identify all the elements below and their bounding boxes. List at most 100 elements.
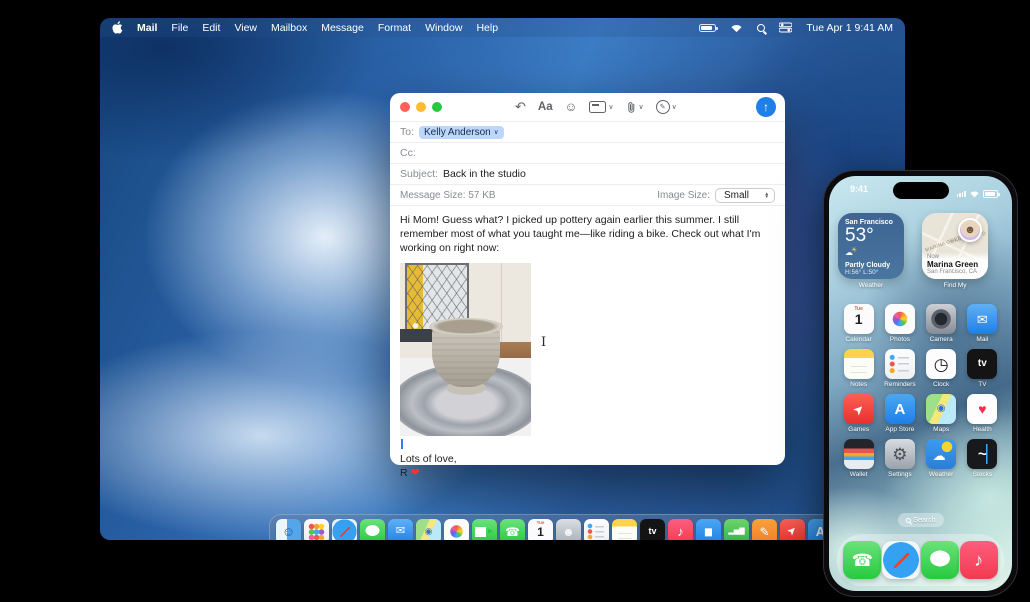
wifi-icon — [969, 185, 980, 203]
dock-icon-pages[interactable]: ✎ — [752, 519, 777, 540]
chevron-down-icon: ∨ — [671, 104, 677, 111]
dock-icon-calendar[interactable]: Tue 1 — [528, 519, 553, 540]
dock-icon-reminders[interactable] — [584, 519, 609, 540]
app-icon-camera[interactable]: Camera — [921, 304, 961, 343]
to-label: To: — [400, 126, 415, 138]
select-chevrons-icon: ▲ ▼ — [764, 190, 769, 199]
app-label: Wallet — [849, 471, 868, 478]
dock-icon-phone[interactable]: ☎ — [500, 519, 525, 540]
dock-icon-mail[interactable]: ✉ — [388, 519, 413, 540]
app-glyph: ☎ — [505, 524, 520, 539]
app-glyph: ☻ — [562, 524, 575, 539]
app-label: Settings — [888, 471, 912, 478]
app-glyph: ✎ — [759, 524, 770, 539]
app-icon-tv[interactable]: tv TV — [962, 349, 1002, 388]
app-icon-health[interactable]: ♥ Health — [962, 394, 1002, 433]
menu-item[interactable]: Format — [378, 22, 411, 34]
app-icon-games[interactable]: ➤ Games — [839, 394, 879, 433]
menu-item[interactable]: Mail — [137, 22, 157, 34]
message-body[interactable]: Hi Mom! Guess what? I picked up pottery … — [390, 205, 785, 481]
menu-item[interactable]: Help — [476, 22, 498, 34]
app-icon-wallet[interactable]: Wallet — [839, 439, 879, 478]
wifi-icon[interactable] — [730, 23, 743, 33]
emoji-picker-icon[interactable]: ☺ — [565, 100, 578, 114]
app-icon-weather[interactable]: ☁ Weather — [921, 439, 961, 478]
dock-icon-keynote[interactable]: ▆ — [696, 519, 721, 540]
recipient-token[interactable]: Kelly Anderson ∨ — [419, 125, 504, 139]
pottery-photo-attachment[interactable] — [400, 262, 531, 436]
app-icon-app-store[interactable]: A App Store — [880, 394, 920, 433]
app-label: Camera — [929, 336, 953, 343]
iphone-screen: 9:41 San Francisco 53° ☀ ☁ Partly Cloudy… — [829, 176, 1012, 591]
battery-icon[interactable] — [699, 23, 719, 32]
dock-icon-contacts[interactable]: ☻ — [556, 519, 581, 540]
app-icon-maps[interactable]: ◉ Maps — [921, 394, 961, 433]
dock-icon-numbers[interactable]: ▂▅▇ — [724, 519, 749, 540]
zoom-window-button[interactable] — [432, 102, 442, 112]
iphone-dock-icon-phone[interactable]: ☎ — [843, 541, 882, 579]
dock-icon-photos[interactable] — [444, 519, 469, 540]
app-icon-notes[interactable]: Notes — [839, 349, 879, 388]
app-glyph: ▂▅▇ — [728, 528, 745, 535]
weather-widget-label: Weather — [858, 282, 884, 289]
dock-icon-music[interactable]: ♪ — [668, 519, 693, 540]
format-text-button[interactable]: Aa — [538, 101, 553, 113]
app-glyph: ◉ — [936, 403, 946, 414]
app-glyph: ♪ — [677, 524, 684, 539]
image-size-select[interactable]: Small ▲ ▼ — [715, 187, 775, 203]
app-icon-clock[interactable]: ◷ Clock — [921, 349, 961, 388]
dock-icon-launchpad[interactable] — [304, 519, 329, 540]
menu-item[interactable]: Window — [425, 22, 462, 34]
menu-bar-clock[interactable]: Tue Apr 1 9:41 AM — [806, 22, 893, 34]
iphone-dock-icon-music[interactable]: ♪ — [959, 541, 998, 579]
dock-icon-finder[interactable]: ☺ — [276, 519, 301, 540]
header-fields-button[interactable]: ∨ — [589, 101, 614, 113]
subject-field[interactable]: Subject: Back in the studio — [390, 163, 785, 184]
app-glyph: tv — [977, 358, 987, 369]
menu-item[interactable]: Mailbox — [271, 22, 307, 34]
insert-photo-button[interactable]: ✎ ∨ — [655, 100, 677, 114]
control-center-icon[interactable] — [779, 22, 793, 33]
dock-icon-notes[interactable] — [612, 519, 637, 540]
cc-field[interactable]: Cc: — [390, 142, 785, 163]
menu-item[interactable]: Message — [321, 22, 364, 34]
menu-item[interactable]: View — [234, 22, 257, 34]
app-label: Mail — [976, 336, 989, 343]
app-icon-reminders[interactable]: Reminders — [880, 349, 920, 388]
dock-icon-facetime[interactable]: ▶ — [472, 519, 497, 540]
dock-icon-games[interactable]: ➤ — [780, 519, 805, 540]
apple-menu-icon[interactable] — [112, 21, 123, 34]
to-field[interactable]: To: Kelly Anderson ∨ — [390, 121, 785, 142]
app-label: Notes — [850, 381, 868, 388]
dock-icon-maps[interactable]: ◉ — [416, 519, 441, 540]
mac-desktop: Mail File Edit View Mailbox Message Format Wind… — [100, 18, 905, 540]
close-window-button[interactable] — [400, 102, 410, 112]
app-icon-stocks[interactable]: ~ Stocks — [962, 439, 1002, 478]
app-icon-calendar[interactable]: Tue 1 Calendar — [839, 304, 879, 343]
dock-icon-safari[interactable] — [332, 519, 357, 540]
minimize-window-button[interactable] — [416, 102, 426, 112]
weather-widget[interactable]: San Francisco 53° ☀ ☁ Partly Cloudy H:56… — [838, 213, 904, 279]
app-icon-settings[interactable]: ⚙ Settings — [880, 439, 920, 478]
battery-icon — [983, 190, 1000, 198]
dock-icon-apple-tv[interactable]: tv — [640, 519, 665, 540]
send-button[interactable]: ↑ — [756, 97, 776, 117]
dock-icon-messages[interactable] — [360, 519, 385, 540]
iphone-dock-icon-safari[interactable] — [882, 541, 921, 579]
undo-icon[interactable]: ↶ — [515, 99, 526, 115]
app-icon-photos[interactable]: Photos — [880, 304, 920, 343]
search-label: Search — [913, 516, 936, 524]
dynamic-island — [892, 182, 949, 199]
menu-item[interactable]: Edit — [202, 22, 220, 34]
app-icon-mail[interactable]: ✉ Mail — [962, 304, 1002, 343]
compose-toolbar: ↶ Aa ☺ ∨ ∨ ✎ ∨ ↑ — [390, 93, 785, 121]
app-glyph: ➤ — [849, 399, 868, 419]
findmy-widget[interactable]: MARINA GREEN DR MARINA BLVD ☻ Now Marina… — [922, 213, 988, 279]
spotlight-search-pill[interactable]: Search — [897, 513, 944, 527]
app-glyph: ⚙ — [892, 444, 908, 464]
attach-file-button[interactable]: ∨ — [626, 101, 644, 114]
search-icon[interactable] — [757, 23, 766, 32]
iphone-dock-icon-messages[interactable] — [920, 541, 959, 579]
menu-item[interactable]: File — [171, 22, 188, 34]
cc-label: Cc: — [400, 147, 416, 159]
